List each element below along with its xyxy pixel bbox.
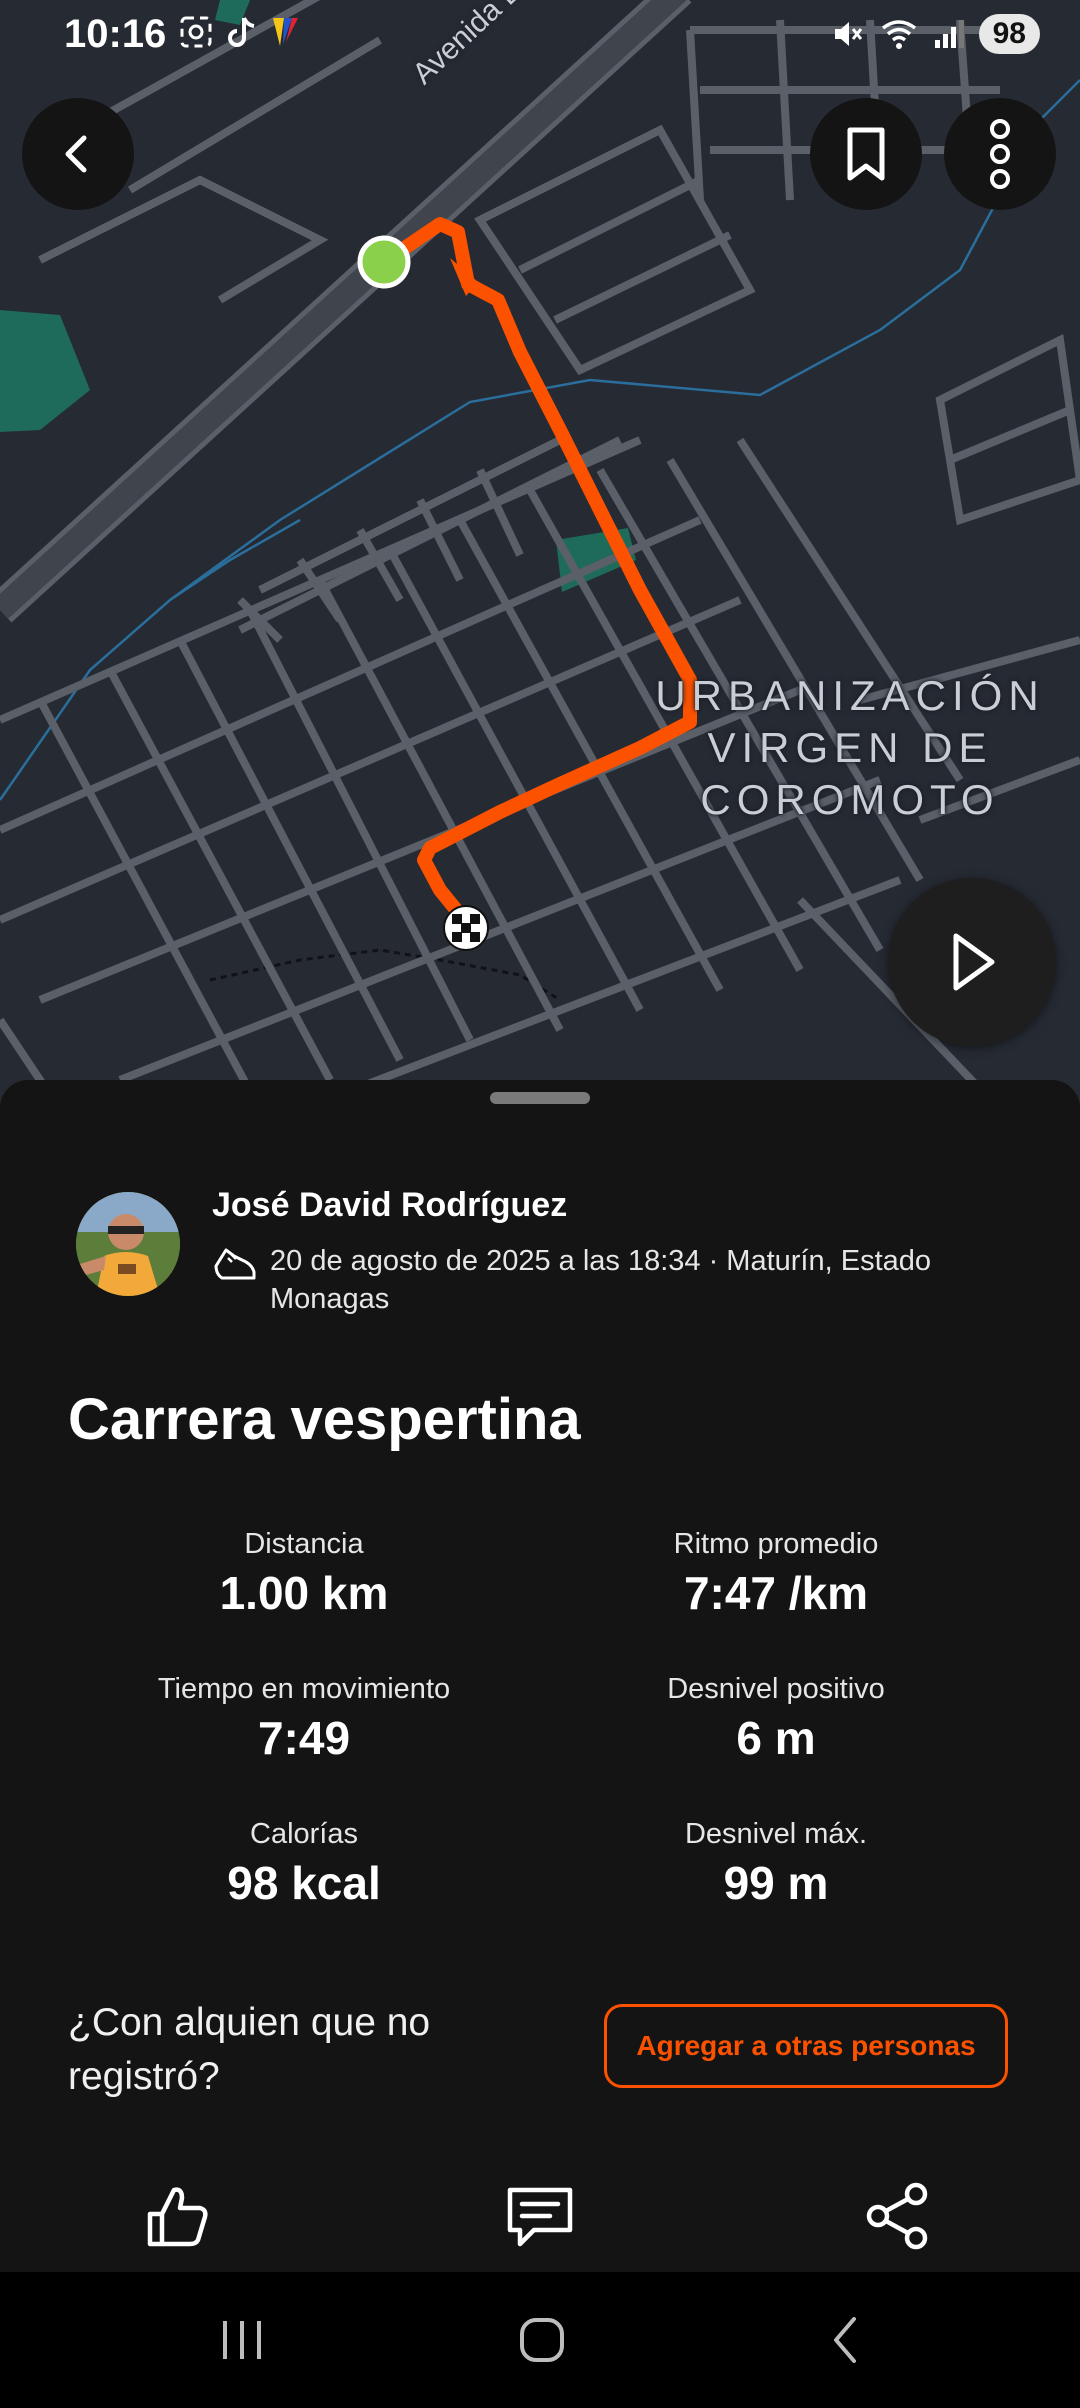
- stat-label: Ritmo promedio: [673, 1528, 879, 1560]
- recents-button[interactable]: [192, 2302, 292, 2378]
- untracked-question: ¿Con alquien que no registró?: [68, 2001, 431, 2098]
- share-button[interactable]: [848, 2166, 948, 2266]
- status-bar: 10:16 98: [0, 0, 1080, 72]
- back-icon: [834, 2317, 856, 2363]
- kudos-button[interactable]: [128, 2166, 228, 2266]
- thumbs-up-icon: [147, 2187, 208, 2247]
- home-icon: [520, 2318, 564, 2362]
- sheet-drag-handle[interactable]: [490, 1092, 590, 1104]
- area-label: URBANIZACIÓN VIRGEN DE COROMOTO: [640, 670, 1060, 826]
- wifi-icon: [881, 20, 916, 49]
- more-vertical-icon: [990, 119, 1010, 189]
- notification-icons: [178, 14, 300, 50]
- stat-label: Desnivel máx.: [684, 1818, 868, 1850]
- stat-avg-pace: Ritmo promedio 7:47 /km: [536, 1524, 1016, 1622]
- activity-meta: 20 de agosto de 2025 a las 18:34 · Matur…: [212, 1242, 1012, 1318]
- recents-icon: [223, 2321, 261, 2359]
- back-button[interactable]: [22, 98, 134, 210]
- battery-level: 98: [978, 14, 1040, 54]
- activity-title: Carrera vespertina: [68, 1387, 581, 1452]
- stat-calories: Calorías 98 kcal: [64, 1814, 544, 1912]
- signal-icon: [934, 20, 964, 48]
- activity-date-location: 20 de agosto de 2025 a las 18:34 · Matur…: [270, 1245, 932, 1315]
- stat-distance: Distancia 1.00 km: [64, 1524, 544, 1622]
- stat-label: Tiempo en movimiento: [157, 1673, 451, 1705]
- mute-icon: [834, 22, 862, 46]
- stat-value: 7:47 /km: [683, 1567, 869, 1619]
- screenshot-icon: [180, 16, 212, 48]
- activity-details-sheet: José David Rodríguez 20 de agosto de 202…: [0, 1080, 1080, 2272]
- share-icon: [866, 2182, 928, 2250]
- athlete-avatar[interactable]: [76, 1192, 180, 1296]
- stat-label: Calorías: [250, 1818, 358, 1850]
- color-flag-icon: [273, 18, 298, 46]
- nav-back-button[interactable]: [796, 2302, 896, 2378]
- home-button[interactable]: [492, 2302, 592, 2378]
- system-icons: 98: [829, 14, 1040, 54]
- add-others-button[interactable]: Agregar a otras personas: [604, 2004, 1008, 2088]
- stat-max-elevation: Desnivel máx. 99 m: [536, 1814, 1016, 1912]
- athlete-name[interactable]: José David Rodríguez: [212, 1186, 567, 1225]
- stat-elevation-gain: Desnivel positivo 6 m: [536, 1669, 1016, 1767]
- more-options-button[interactable]: [944, 98, 1056, 210]
- area-label-line1: URBANIZACIÓN: [655, 672, 1045, 719]
- play-flyover-button[interactable]: [888, 878, 1056, 1046]
- tiktok-icon: [228, 17, 255, 47]
- stat-value: 99 m: [723, 1857, 829, 1909]
- stat-moving-time: Tiempo en movimiento 7:49: [64, 1669, 544, 1767]
- comment-button[interactable]: [490, 2166, 590, 2266]
- avatar-photo: [76, 1192, 180, 1296]
- back-arrow-icon: [65, 135, 87, 173]
- stat-label: Distancia: [244, 1528, 364, 1560]
- status-time: 10:16: [64, 12, 167, 56]
- bookmark-button[interactable]: [810, 98, 922, 210]
- stat-value: 1.00 km: [219, 1567, 389, 1619]
- play-icon: [953, 933, 995, 991]
- bookmark-icon: [847, 127, 885, 181]
- stat-value: 98 kcal: [227, 1857, 381, 1909]
- stat-value: 7:49: [257, 1712, 351, 1764]
- area-label-line3: COROMOTO: [700, 776, 1000, 823]
- system-navigation-bar: [0, 2272, 1080, 2408]
- stat-value: 6 m: [736, 1712, 816, 1764]
- comment-icon: [507, 2187, 573, 2247]
- action-bar: [0, 2166, 1080, 2266]
- finish-flag-icon: [443, 905, 489, 951]
- area-label-line2: VIRGEN DE: [707, 724, 993, 771]
- running-shoe-icon: [214, 1248, 256, 1280]
- stat-label: Desnivel positivo: [667, 1673, 885, 1705]
